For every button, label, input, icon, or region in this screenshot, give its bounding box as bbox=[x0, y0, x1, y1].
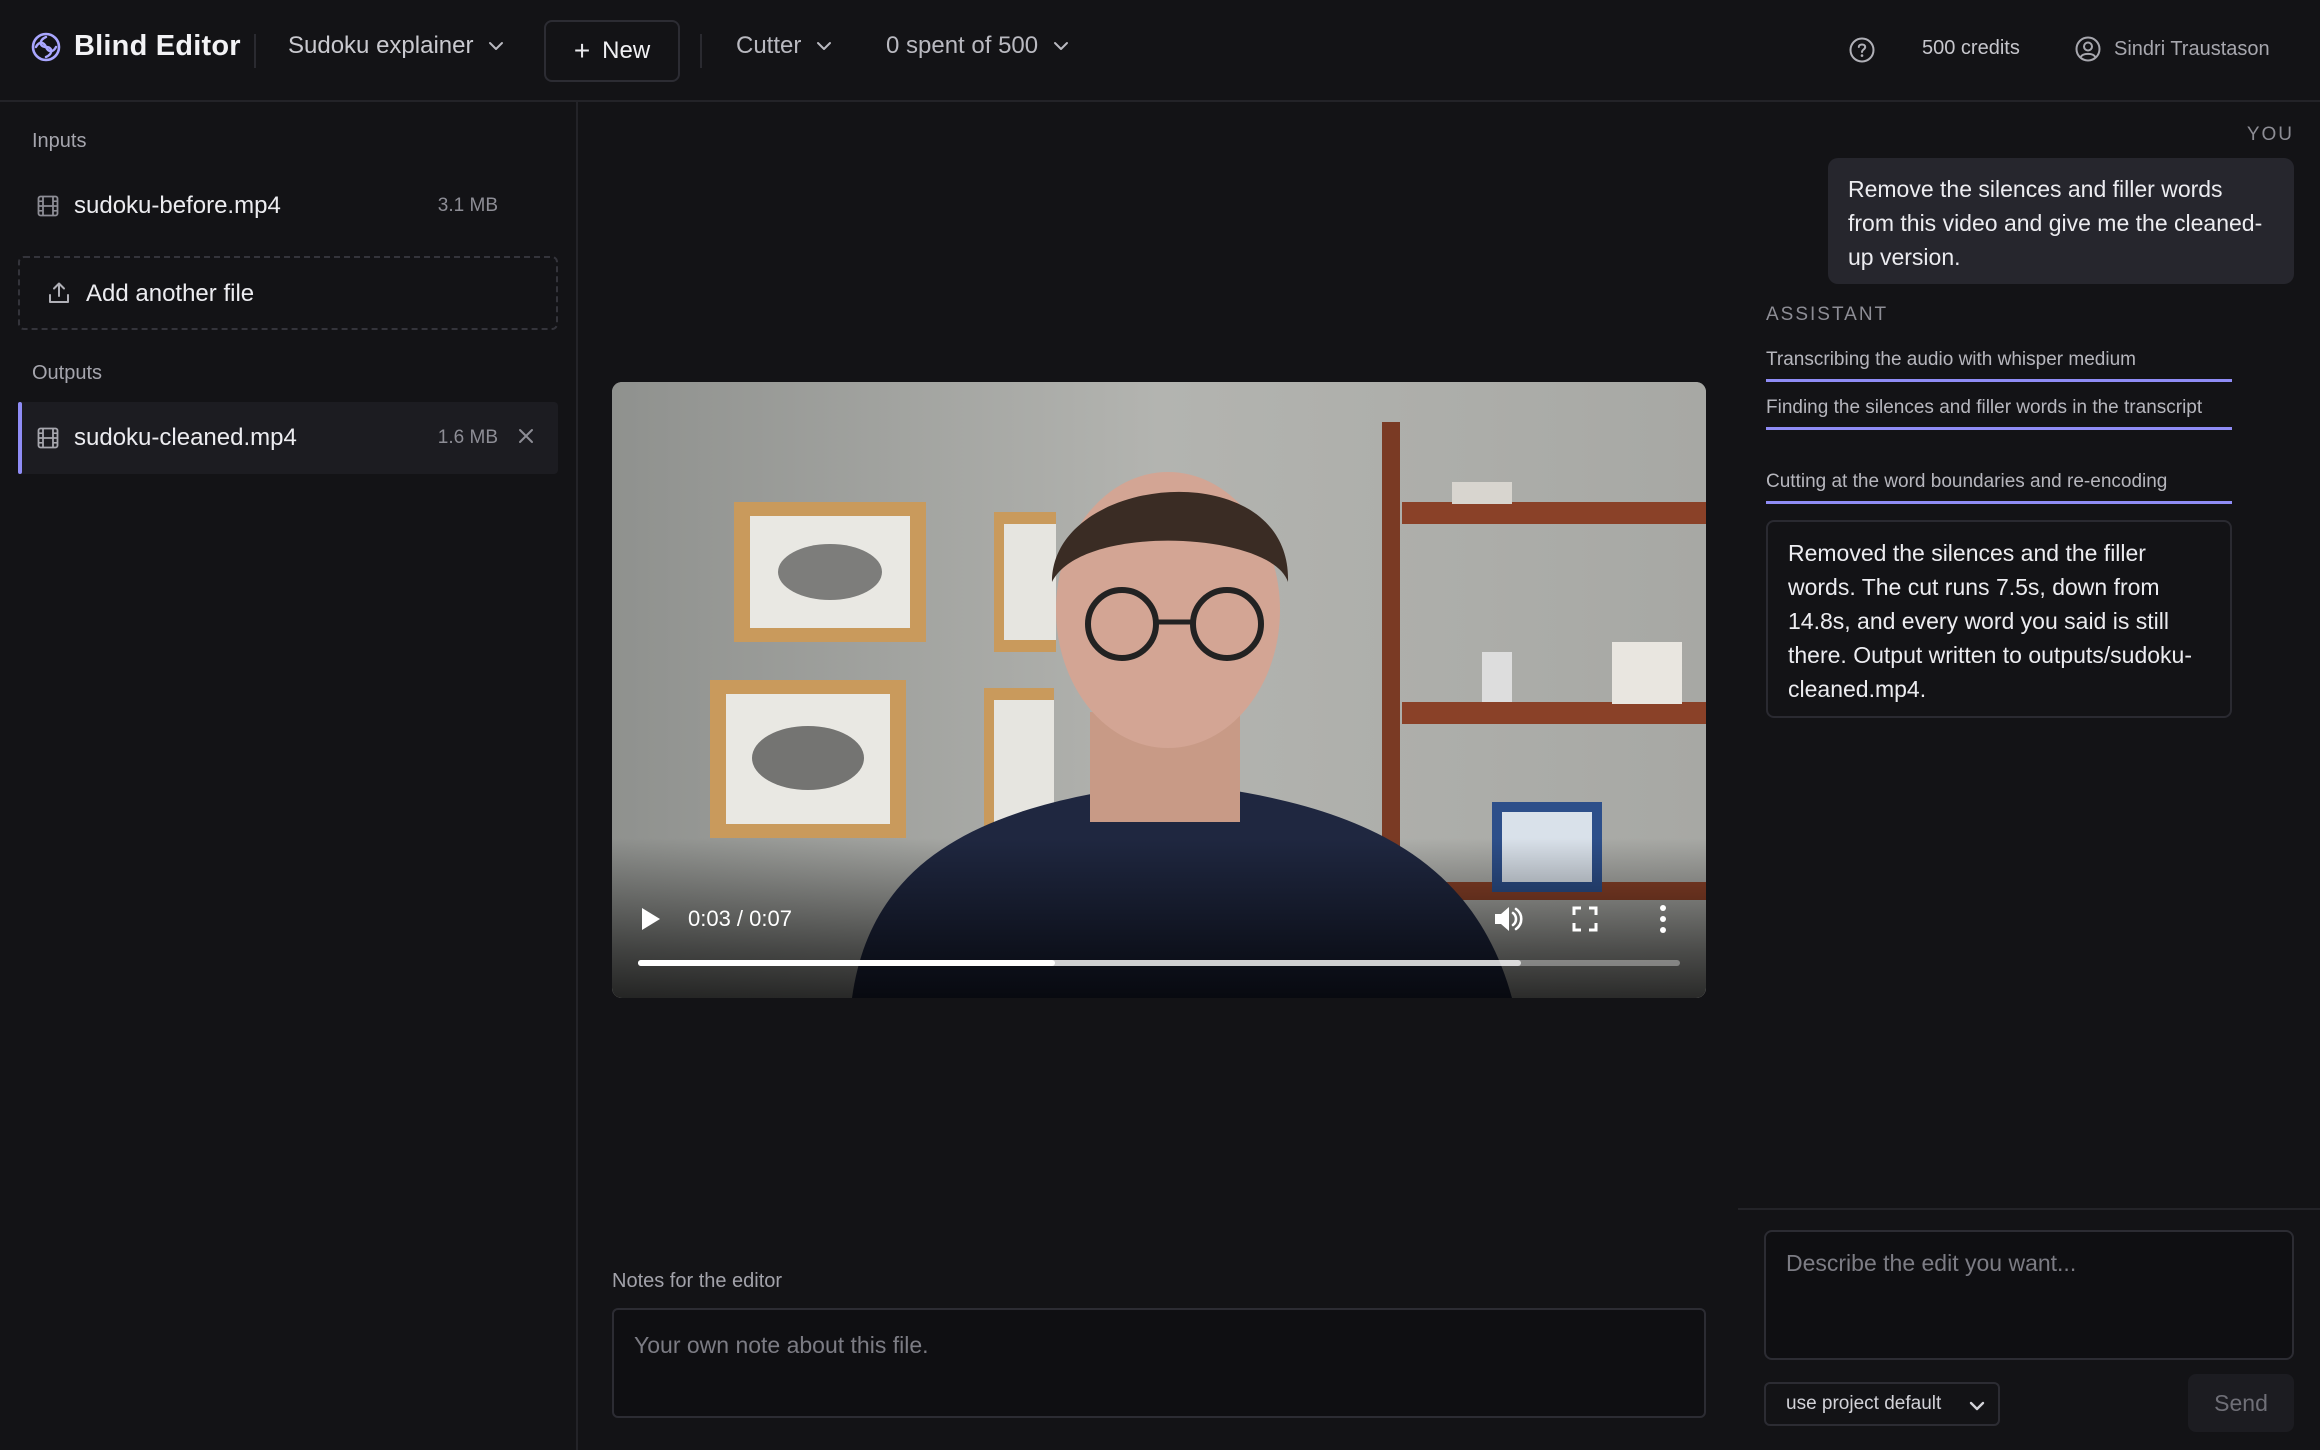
user-menu[interactable]: Sindri Traustason bbox=[2074, 35, 2270, 63]
swirl-logo-icon bbox=[31, 32, 61, 61]
notes-label: Notes for the editor bbox=[612, 1270, 783, 1292]
divider bbox=[700, 34, 702, 68]
file-name: sudoku-cleaned.mp4 bbox=[74, 424, 297, 451]
app-window: Blind Editor Sudoku explainer + New Cutt… bbox=[0, 0, 2320, 1450]
video-player[interactable]: 0:03 / 0:07 bbox=[612, 382, 1706, 998]
model-select-value: use project default bbox=[1786, 1393, 1942, 1414]
spend-dropdown[interactable]: 0 spent of 500 bbox=[886, 32, 1070, 60]
output-file-item[interactable]: sudoku-cleaned.mp4 1.6 MB bbox=[18, 402, 558, 474]
more-vertical-icon[interactable] bbox=[1658, 904, 1668, 934]
plus-icon: + bbox=[573, 35, 591, 66]
help-circle-icon[interactable] bbox=[1848, 36, 1876, 64]
notes-input[interactable] bbox=[612, 1308, 1706, 1418]
assistant-message: Removed the silences and the filler word… bbox=[1766, 520, 2232, 718]
chevron-down-icon bbox=[1054, 42, 1069, 50]
file-name: sudoku-before.mp4 bbox=[74, 192, 281, 219]
new-button[interactable]: + New bbox=[544, 20, 680, 82]
chevron-down-icon bbox=[817, 42, 832, 50]
user-circle-icon bbox=[2075, 36, 2101, 62]
assistant-label: ASSISTANT bbox=[1766, 304, 1889, 325]
divider bbox=[254, 34, 256, 68]
chevron-down-icon bbox=[489, 42, 504, 50]
outputs-heading: Outputs bbox=[32, 362, 103, 384]
assistant-step: Finding the silences and filler words in… bbox=[1766, 394, 2232, 430]
you-label: YOU bbox=[2246, 124, 2294, 145]
project-name: Sudoku explainer bbox=[288, 32, 474, 59]
tool-dropdown[interactable]: Cutter bbox=[736, 32, 833, 60]
brand[interactable]: Blind Editor bbox=[30, 30, 241, 63]
assistant-step: Transcribing the audio with whisper medi… bbox=[1766, 346, 2232, 382]
fullscreen-icon[interactable] bbox=[1572, 906, 1598, 932]
playback-time: 0:03 / 0:07 bbox=[688, 906, 792, 931]
file-size: 1.6 MB bbox=[437, 427, 498, 448]
app-name: Blind Editor bbox=[74, 30, 241, 62]
new-button-label: New bbox=[602, 37, 651, 64]
volume-icon[interactable] bbox=[1492, 904, 1524, 934]
add-file-label: Add another file bbox=[86, 280, 255, 307]
film-icon bbox=[37, 427, 59, 449]
play-icon[interactable] bbox=[638, 906, 662, 932]
chat-panel: YOU Remove the silences and filler words… bbox=[1738, 102, 2320, 1450]
assistant-step: Cutting at the word boundaries and re-en… bbox=[1766, 468, 2232, 504]
project-dropdown[interactable]: Sudoku explainer bbox=[288, 32, 505, 60]
send-button[interactable]: Send bbox=[2188, 1374, 2294, 1432]
upload-icon bbox=[49, 282, 69, 303]
seek-bar[interactable] bbox=[638, 960, 1680, 966]
spent-text: 0 spent of 500 bbox=[886, 32, 1039, 59]
user-name: Sindri Traustason bbox=[2114, 37, 2270, 60]
edit-prompt-input[interactable] bbox=[1764, 1230, 2294, 1360]
file-size: 3.1 MB bbox=[437, 195, 498, 216]
top-bar: Blind Editor Sudoku explainer + New Cutt… bbox=[0, 0, 2320, 102]
file-sidebar: Inputs sudoku-before.mp4 3.1 MB Add anot… bbox=[0, 102, 578, 1450]
film-icon bbox=[37, 195, 59, 217]
preview-pane: 0:03 / 0:07 Notes for the editor bbox=[578, 102, 1738, 1450]
composer: use project default Send bbox=[1738, 1208, 2320, 1450]
input-file-item[interactable]: sudoku-before.mp4 3.1 MB bbox=[18, 170, 558, 242]
user-message: Remove the silences and filler words fro… bbox=[1828, 158, 2294, 284]
tool-name: Cutter bbox=[736, 32, 802, 59]
played-range bbox=[638, 960, 1055, 966]
add-file-button[interactable]: Add another file bbox=[18, 256, 558, 330]
inputs-heading: Inputs bbox=[32, 130, 87, 152]
model-select[interactable]: use project default bbox=[1764, 1382, 2000, 1426]
chevron-down-icon bbox=[1969, 1401, 1985, 1411]
credits-balance: 500 credits bbox=[1922, 37, 2020, 59]
close-icon[interactable] bbox=[514, 424, 538, 448]
